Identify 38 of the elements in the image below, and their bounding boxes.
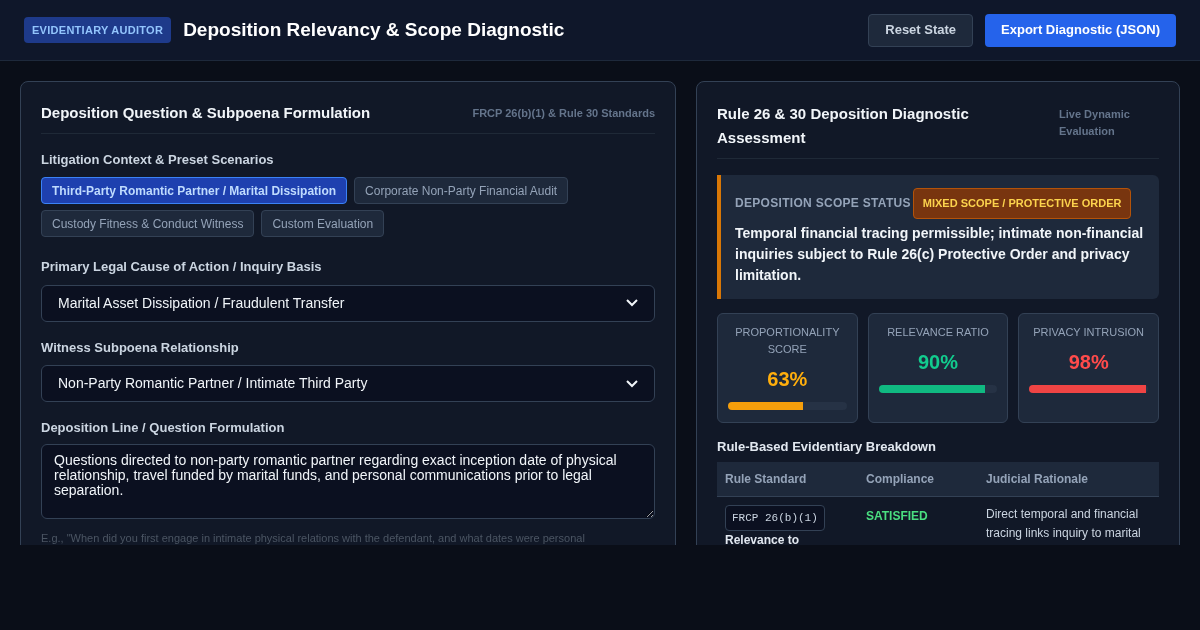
rule-name: Relevance to bbox=[725, 533, 801, 545]
breakdown-title: Rule-Based Evidentiary Breakdown bbox=[717, 437, 937, 456]
status-label: DEPOSITION SCOPE STATUS bbox=[735, 195, 911, 213]
scenario-chip[interactable]: Custom Evaluation bbox=[261, 210, 385, 237]
question-field[interactable]: Questions directed to non-party romantic partner regarding exact inception date of physical relationship, travel funded by marital funds, and personal communications prior to legal separation. bbox=[41, 443, 655, 519]
page-title: Deposition Relevancy & Scope Diagnostic bbox=[183, 17, 565, 42]
panel-subtitle: Live Dynamic Evaluation bbox=[1059, 107, 1131, 139]
column-header: Judicial Rationale bbox=[978, 462, 1159, 496]
cause-select[interactable]: Marital Asset Dissipation / Fraudulent Transfer bbox=[41, 284, 655, 322]
field-label: Primary Legal Cause of Action / Inquiry Basis bbox=[41, 258, 323, 276]
field-label: Deposition Line / Question Formulation bbox=[41, 419, 286, 437]
column-header: Compliance bbox=[858, 462, 978, 496]
relationship-select[interactable]: Non-Party Romantic Partner / Intimate Third Party bbox=[41, 365, 655, 402]
metric-label: PROPORTIONALITY SCORE bbox=[734, 324, 841, 357]
compliance-status: SATISFIED bbox=[866, 508, 928, 523]
scenario-chip[interactable]: Third-Party Romantic Partner / Marital Dissipation bbox=[41, 177, 348, 204]
metric-value: 98% bbox=[1068, 349, 1109, 375]
export-button[interactable]: Export Diagnostic (JSON) bbox=[985, 13, 1176, 47]
scenario-chip[interactable]: Custody Fitness & Conduct Witness bbox=[41, 210, 255, 237]
metric-label: RELEVANCE RATIO bbox=[887, 324, 989, 340]
chevron-down-icon bbox=[626, 379, 638, 388]
field-label: Litigation Context & Preset Scenarios bbox=[41, 150, 275, 169]
reset-button[interactable]: Reset State bbox=[868, 13, 974, 47]
panel-subtitle: FRCP 26(b)(1) & Rule 30 Standards bbox=[472, 106, 655, 121]
chevron-down-icon bbox=[626, 299, 638, 307]
metric-value: 63% bbox=[767, 366, 808, 392]
rule-code: FRCP 26(b)(1) bbox=[725, 504, 825, 531]
metric-label: PRIVACY INTRUSION bbox=[1033, 324, 1145, 340]
app-badge: EVIDENTIARY AUDITOR bbox=[24, 16, 172, 44]
column-header: Rule Standard bbox=[717, 462, 858, 496]
panel-title: Rule 26 & 30 Deposition Diagnostic Assessment bbox=[717, 104, 970, 148]
rationale-text: Direct temporal and financial tracing links inquiry to marital bbox=[986, 505, 1142, 542]
field-label: Witness Subpoena Relationship bbox=[41, 338, 240, 357]
status-summary: Temporal financial tracing permissible; intimate non-financial inquiries subject to Rule 26(c) Protective Order and privacy limitation. bbox=[735, 223, 1145, 285]
panel-title: Deposition Question & Subpoena Formulation bbox=[41, 103, 371, 123]
scenario-chip[interactable]: Corporate Non-Party Financial Audit bbox=[354, 177, 569, 204]
status-badge: MIXED SCOPE / PROTECTIVE ORDER bbox=[912, 188, 1132, 219]
metric-value: 90% bbox=[917, 349, 958, 375]
